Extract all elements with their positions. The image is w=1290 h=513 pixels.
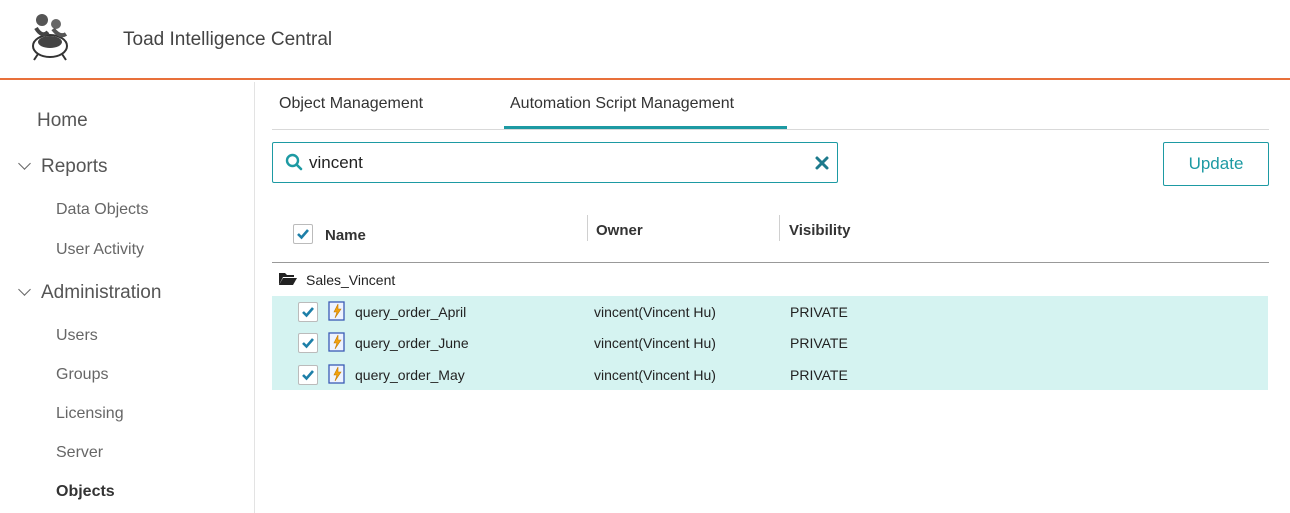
folder-name: Sales_Vincent (306, 272, 396, 288)
sidebar-item-server[interactable]: Server (56, 444, 103, 462)
tab-divider (272, 129, 1269, 130)
column-header-owner[interactable]: Owner (596, 222, 643, 239)
sidebar-item-label: Administration (41, 282, 162, 303)
chevron-down-icon (18, 283, 31, 296)
sidebar-item-administration[interactable]: Administration (18, 282, 162, 304)
sidebar-item-objects[interactable]: Objects (56, 483, 115, 501)
row-name: query_order_June (355, 335, 469, 351)
chevron-down-icon (18, 157, 31, 170)
sidebar-item-reports[interactable]: Reports (18, 156, 108, 178)
table-row[interactable]: query_order_May vincent(Vincent Hu) PRIV… (272, 359, 1268, 390)
row-checkbox[interactable] (298, 365, 318, 385)
row-checkbox[interactable] (298, 333, 318, 353)
column-separator (587, 215, 588, 241)
check-icon (297, 229, 309, 240)
script-icon (328, 364, 345, 384)
update-button[interactable]: Update (1163, 142, 1269, 186)
toad-logo-icon[interactable] (20, 8, 80, 68)
row-name: query_order_May (355, 367, 465, 383)
sidebar-item-home[interactable]: Home (37, 110, 88, 132)
search-box[interactable] (272, 142, 838, 183)
sidebar-item-user-activity[interactable]: User Activity (56, 241, 144, 259)
row-checkbox[interactable] (298, 302, 318, 322)
table-row[interactable]: query_order_June vincent(Vincent Hu) PRI… (272, 327, 1268, 358)
table-row[interactable]: query_order_April vincent(Vincent Hu) PR… (272, 296, 1268, 327)
search-icon (285, 153, 303, 171)
row-visibility: PRIVATE (790, 367, 848, 383)
sidebar-item-label: Reports (41, 156, 108, 177)
tab-automation-script-management[interactable]: Automation Script Management (510, 95, 734, 113)
script-icon (328, 301, 345, 321)
row-owner: vincent(Vincent Hu) (594, 304, 716, 320)
check-icon (302, 338, 314, 349)
row-owner: vincent(Vincent Hu) (594, 367, 716, 383)
app-title: Toad Intelligence Central (123, 29, 333, 50)
row-visibility: PRIVATE (790, 304, 848, 320)
row-visibility: PRIVATE (790, 335, 848, 351)
sidebar-item-data-objects[interactable]: Data Objects (56, 201, 148, 219)
tab-object-management[interactable]: Object Management (279, 95, 423, 113)
row-name: query_order_April (355, 304, 467, 320)
script-icon (328, 332, 345, 352)
table-header-divider (272, 262, 1269, 263)
sidebar-nav: Home Reports Data Objects User Activity … (0, 82, 255, 513)
sidebar-item-groups[interactable]: Groups (56, 366, 108, 384)
search-input[interactable] (309, 151, 789, 175)
sidebar-item-licensing[interactable]: Licensing (56, 405, 124, 423)
check-icon (302, 370, 314, 381)
row-owner: vincent(Vincent Hu) (594, 335, 716, 351)
folder-open-icon (279, 273, 297, 285)
column-header-visibility[interactable]: Visibility (789, 222, 850, 239)
clear-icon[interactable] (814, 155, 830, 171)
active-tab-indicator (504, 126, 787, 129)
check-icon (302, 307, 314, 318)
column-separator (779, 215, 780, 241)
sidebar-item-users[interactable]: Users (56, 327, 98, 345)
column-header-name[interactable]: Name (325, 227, 366, 244)
select-all-checkbox[interactable] (293, 224, 313, 244)
app-header: Toad Intelligence Central (0, 0, 1290, 80)
